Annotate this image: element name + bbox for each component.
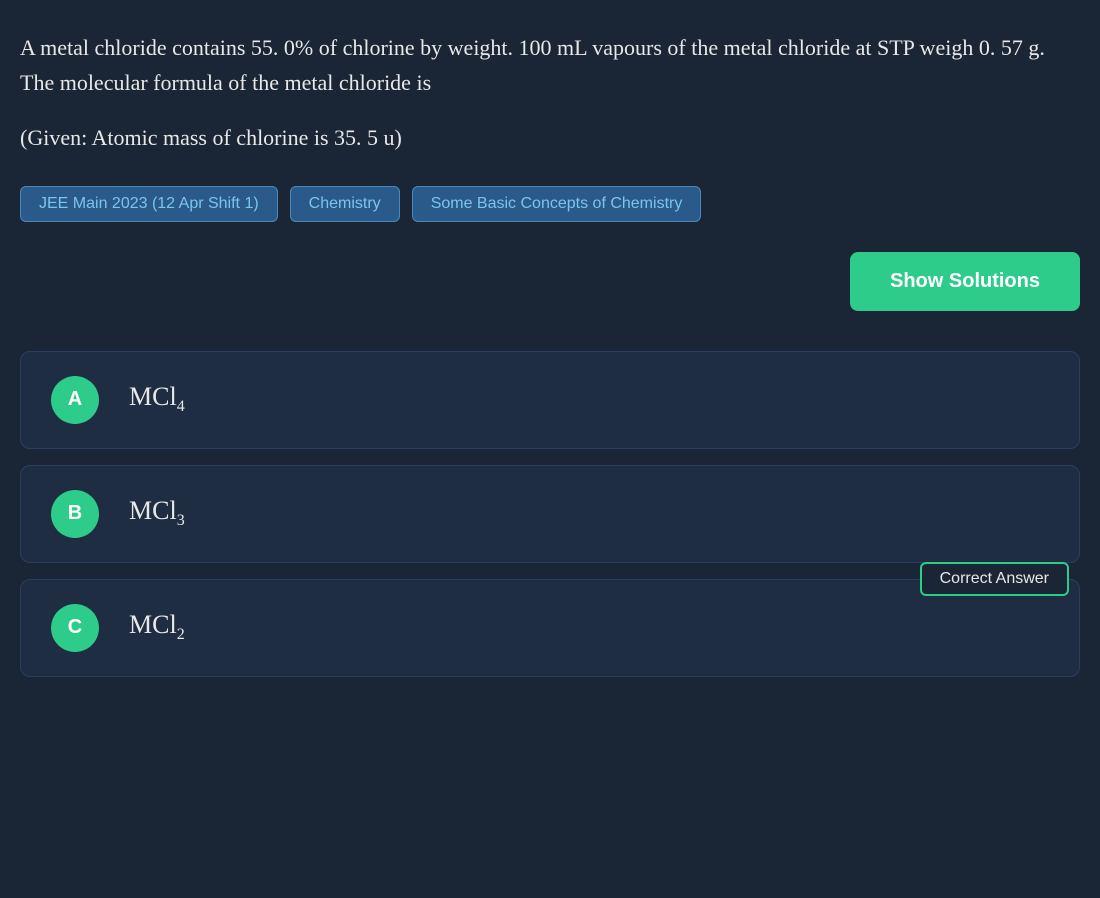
option-a-label: A (51, 376, 99, 424)
tags-row: JEE Main 2023 (12 Apr Shift 1) Chemistry… (20, 186, 1080, 222)
show-solutions-button[interactable]: Show Solutions (850, 252, 1080, 311)
option-c-formula: MCl2 (129, 610, 185, 644)
option-b-label: B (51, 490, 99, 538)
tag-exam[interactable]: JEE Main 2023 (12 Apr Shift 1) (20, 186, 278, 222)
option-a-card[interactable]: A MCl4 (20, 351, 1080, 449)
tag-subject[interactable]: Chemistry (290, 186, 400, 222)
question-container: A metal chloride contains 55. 0% of chlo… (20, 30, 1080, 693)
show-solutions-row: Show Solutions (20, 252, 1080, 311)
question-main-text: A metal chloride contains 55. 0% of chlo… (20, 30, 1080, 100)
option-c-label: C (51, 604, 99, 652)
tag-chapter[interactable]: Some Basic Concepts of Chemistry (412, 186, 702, 222)
question-given-text: (Given: Atomic mass of chlorine is 35. 5… (20, 120, 1080, 155)
option-c-card[interactable]: Correct Answer C MCl2 (20, 579, 1080, 677)
options-container: A MCl4 B MCl3 Correct Answer C MCl2 (20, 351, 1080, 693)
option-b-card[interactable]: B MCl3 (20, 465, 1080, 563)
correct-answer-badge: Correct Answer (920, 562, 1069, 596)
option-a-formula: MCl4 (129, 382, 185, 416)
option-b-formula: MCl3 (129, 496, 185, 530)
